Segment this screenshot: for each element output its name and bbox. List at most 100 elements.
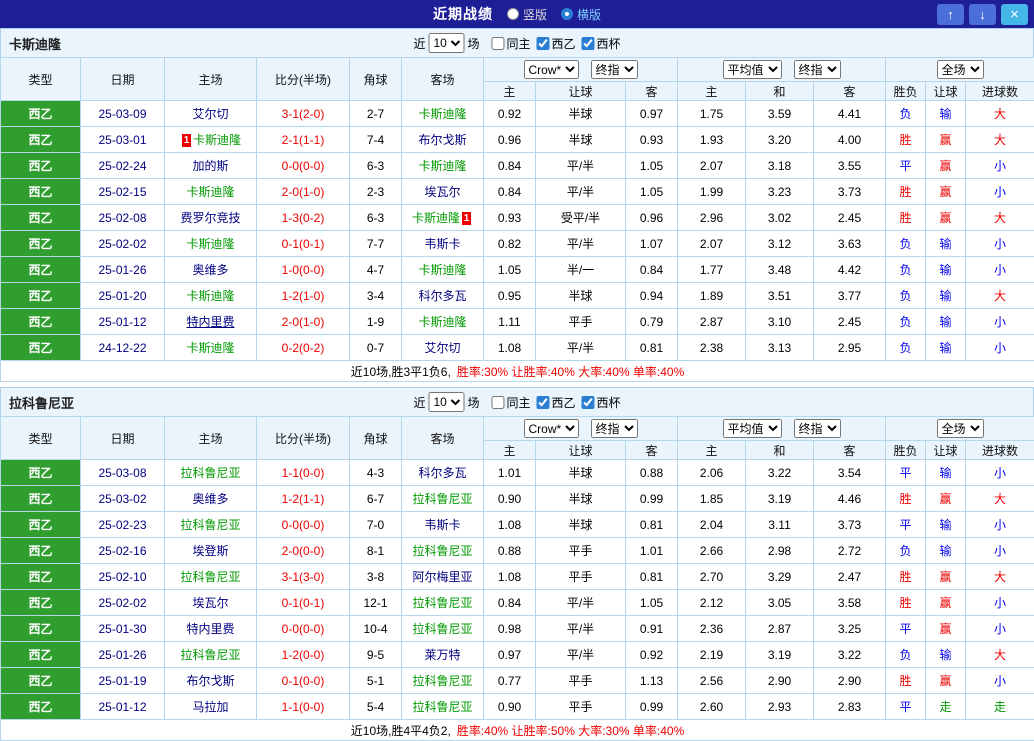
match-score: 2-0(0-0) xyxy=(257,538,350,564)
away-team[interactable]: 卡斯迪隆 xyxy=(418,107,466,121)
match-score: 0-0(0-0) xyxy=(257,153,350,179)
away-team[interactable]: 拉科鲁尼亚 xyxy=(412,622,472,636)
home-team[interactable]: 特内里费 xyxy=(186,622,234,636)
home-team[interactable]: 拉科鲁尼亚 xyxy=(180,466,240,480)
outcome-result: 负 xyxy=(886,538,926,564)
asia-company-select[interactable]: Crow* xyxy=(524,419,579,438)
league-badge: 西乙 xyxy=(28,596,52,610)
asia-home-odds: 0.84 xyxy=(484,153,536,179)
corner-score: 9-5 xyxy=(350,642,402,668)
handicap-result: 赢 xyxy=(926,616,966,642)
goals-result: 小 xyxy=(966,153,1034,179)
match-row: 西乙 25-03-08 拉科鲁尼亚 1-1(0-0) 4-3 科尔多瓦 1.01… xyxy=(1,460,1034,486)
home-team[interactable]: 埃瓦尔 xyxy=(192,596,228,610)
section-team-name: 卡斯迪隆 xyxy=(9,34,61,53)
scroll-up-button[interactable]: ↑ xyxy=(937,4,964,25)
away-team[interactable]: 埃瓦尔 xyxy=(424,185,460,199)
away-team[interactable]: 卡斯迪隆 xyxy=(418,159,466,173)
euro-company-select[interactable]: 平均值 xyxy=(723,419,782,438)
cup-filter-checkbox[interactable]: 西杯 xyxy=(581,394,621,411)
close-button[interactable]: × xyxy=(1001,4,1028,25)
away-team[interactable]: 艾尔切 xyxy=(424,341,460,355)
asia-away-odds: 0.94 xyxy=(626,283,678,309)
home-team[interactable]: 卡斯迪隆 xyxy=(186,289,234,303)
league-filter-checkbox[interactable]: 西乙 xyxy=(536,394,576,411)
home-team[interactable]: 卡斯迪隆 xyxy=(186,237,234,251)
away-team[interactable]: 阿尔梅里亚 xyxy=(412,570,472,584)
away-team[interactable]: 科尔多瓦 xyxy=(418,289,466,303)
away-team[interactable]: 韦斯卡 xyxy=(424,518,460,532)
home-team[interactable]: 加的斯 xyxy=(192,159,228,173)
goals-result: 小 xyxy=(966,460,1034,486)
asia-handicap: 半球 xyxy=(536,101,626,127)
home-team[interactable]: 埃登斯 xyxy=(192,544,228,558)
euro-company-select[interactable]: 平均值 xyxy=(723,60,782,79)
home-team[interactable]: 特内里费 xyxy=(186,315,234,329)
outcome-result: 负 xyxy=(886,101,926,127)
away-team[interactable]: 拉科鲁尼亚 xyxy=(412,596,472,610)
euro-away-odds: 4.46 xyxy=(814,486,886,512)
match-score: 0-2(0-2) xyxy=(257,335,350,361)
asia-stage-select[interactable]: 终指 xyxy=(591,60,638,79)
full-match-select[interactable]: 全场 xyxy=(937,419,984,438)
league-filter-checkbox[interactable]: 西乙 xyxy=(536,35,576,52)
goals-result: 大 xyxy=(966,205,1034,231)
col-euro-home: 主 xyxy=(678,82,746,101)
home-team[interactable]: 拉科鲁尼亚 xyxy=(180,518,240,532)
home-team[interactable]: 拉科鲁尼亚 xyxy=(180,570,240,584)
away-team[interactable]: 卡斯迪隆 xyxy=(412,211,460,225)
asia-stage-select[interactable]: 终指 xyxy=(591,419,638,438)
away-team[interactable]: 卡斯迪隆 xyxy=(418,315,466,329)
away-team[interactable]: 拉科鲁尼亚 xyxy=(412,700,472,714)
home-team[interactable]: 费罗尔竞技 xyxy=(180,211,240,225)
asia-away-odds: 1.01 xyxy=(626,538,678,564)
away-team[interactable]: 韦斯卡 xyxy=(424,237,460,251)
asia-away-odds: 0.79 xyxy=(626,309,678,335)
euro-away-odds: 2.45 xyxy=(814,205,886,231)
away-team[interactable]: 布尔戈斯 xyxy=(418,133,466,147)
away-team[interactable]: 拉科鲁尼亚 xyxy=(412,674,472,688)
home-team[interactable]: 卡斯迪隆 xyxy=(186,185,234,199)
euro-stage-select[interactable]: 终指 xyxy=(794,419,841,438)
view-option-vertical[interactable]: 竖版 xyxy=(507,6,547,23)
away-team[interactable]: 拉科鲁尼亚 xyxy=(412,544,472,558)
games-count-select[interactable]: 10 xyxy=(428,392,464,412)
asia-home-odds: 1.08 xyxy=(484,512,536,538)
asia-company-select[interactable]: Crow* xyxy=(524,60,579,79)
summary-row: 近10场,胜4平4负2,胜率:40% 让胜率:50% 大率:30% 单率:40% xyxy=(1,720,1034,741)
home-team[interactable]: 卡斯迪隆 xyxy=(193,133,241,147)
view-option-horizontal[interactable]: 横版 xyxy=(561,6,601,23)
handicap-result: 赢 xyxy=(926,668,966,694)
match-row: 西乙 25-02-02 埃瓦尔 0-1(0-1) 12-1 拉科鲁尼亚 0.84… xyxy=(1,590,1034,616)
scroll-down-button[interactable]: ↓ xyxy=(969,4,996,25)
games-count-select[interactable]: 10 xyxy=(428,33,464,53)
outcome-result: 胜 xyxy=(886,127,926,153)
same-home-checkbox[interactable]: 同主 xyxy=(490,35,530,52)
away-team[interactable]: 科尔多瓦 xyxy=(418,466,466,480)
full-match-select[interactable]: 全场 xyxy=(937,60,984,79)
euro-draw-odds: 2.90 xyxy=(746,668,814,694)
home-team[interactable]: 奥维多 xyxy=(192,492,228,506)
euro-stage-select[interactable]: 终指 xyxy=(794,60,841,79)
away-team[interactable]: 卡斯迪隆 xyxy=(418,263,466,277)
corner-score: 2-7 xyxy=(350,101,402,127)
goals-result: 小 xyxy=(966,538,1034,564)
asia-away-odds: 1.05 xyxy=(626,153,678,179)
home-team[interactable]: 卡斯迪隆 xyxy=(186,341,234,355)
cup-filter-checkbox[interactable]: 西杯 xyxy=(581,35,621,52)
outcome-result: 胜 xyxy=(886,486,926,512)
home-team[interactable]: 拉科鲁尼亚 xyxy=(180,648,240,662)
home-team[interactable]: 奥维多 xyxy=(192,263,228,277)
home-team[interactable]: 布尔戈斯 xyxy=(186,674,234,688)
away-team[interactable]: 拉科鲁尼亚 xyxy=(412,492,472,506)
home-team[interactable]: 马拉加 xyxy=(192,700,228,714)
goals-result: 小 xyxy=(966,335,1034,361)
euro-draw-odds: 2.98 xyxy=(746,538,814,564)
col-euro-draw: 和 xyxy=(746,82,814,101)
away-team[interactable]: 莱万特 xyxy=(424,648,460,662)
outcome-result: 平 xyxy=(886,694,926,720)
same-home-checkbox[interactable]: 同主 xyxy=(490,394,530,411)
col-asia-away: 客 xyxy=(626,82,678,101)
match-date: 25-01-30 xyxy=(81,616,165,642)
home-team[interactable]: 艾尔切 xyxy=(192,107,228,121)
